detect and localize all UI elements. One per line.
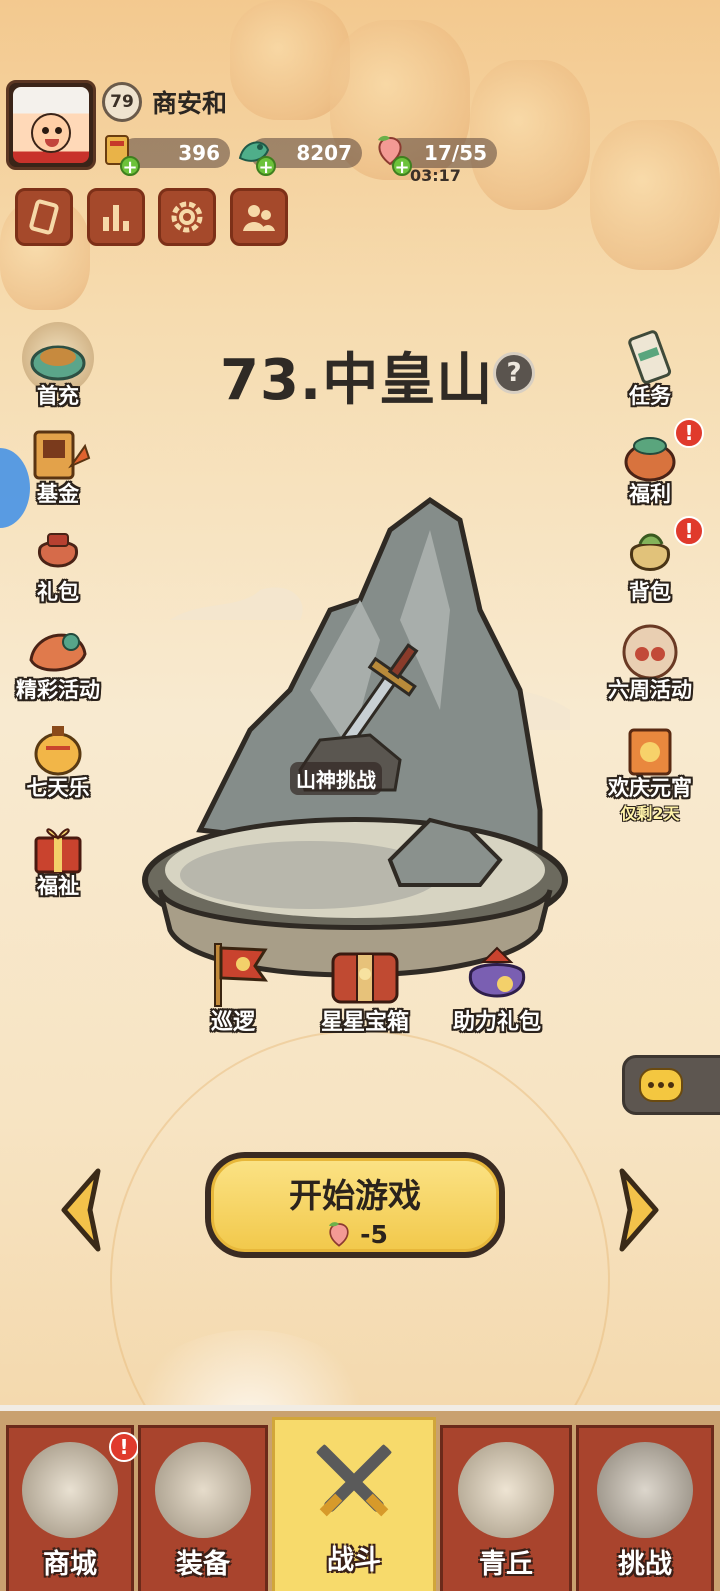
menu-six-week-event[interactable]: 六周活动	[600, 616, 700, 704]
tab-label: 商城	[43, 1549, 97, 1580]
tab-equipment[interactable]: 装备	[138, 1425, 268, 1591]
previous-stage-arrow-icon[interactable]	[54, 1165, 110, 1255]
menu-label: 欢庆元宵	[608, 776, 692, 800]
event-remaining-text: 仅剩2天	[620, 804, 680, 823]
stage-title: 73.中皇山	[220, 348, 494, 413]
menu-label: 基金	[37, 482, 79, 506]
equipment-helmet-icon	[155, 1442, 251, 1538]
support-pack-button[interactable]: 助力礼包	[432, 940, 562, 1036]
ranking-button[interactable]	[87, 188, 145, 246]
tab-shop[interactable]: 商城 !	[6, 1425, 139, 1591]
friends-icon	[243, 205, 275, 231]
menu-label: 六周活动	[608, 678, 692, 702]
battle-swords-icon	[316, 1444, 392, 1517]
tab-battle[interactable]: 战斗	[272, 1417, 436, 1591]
menu-first-recharge[interactable]: 首充	[8, 322, 108, 410]
player-level-badge: 79	[102, 82, 142, 122]
tab-qingqiu[interactable]: 青丘	[440, 1425, 572, 1591]
friends-button[interactable]	[230, 188, 288, 246]
menu-label: 首充	[37, 384, 79, 408]
next-stage-arrow-icon[interactable]	[610, 1165, 666, 1255]
menu-seven-day[interactable]: 七天乐	[8, 714, 108, 802]
tab-label: 挑战	[618, 1549, 672, 1580]
menu-events[interactable]: 精彩活动	[8, 616, 108, 704]
start-cost-value: -5	[360, 1219, 388, 1249]
menu-label: 福利	[629, 482, 671, 506]
shop-icon	[22, 1442, 118, 1538]
menu-label: 七天乐	[26, 776, 90, 800]
add-gold-button[interactable]: +	[120, 156, 140, 177]
menu-label: 福祉	[37, 874, 79, 898]
star-chest-button[interactable]: 星星宝箱	[300, 940, 430, 1036]
patrol-button[interactable]: 巡逻	[168, 940, 298, 1036]
tab-challenge[interactable]: 挑战	[576, 1425, 714, 1591]
ranking-icon	[103, 205, 129, 231]
tab-label: 装备	[176, 1549, 230, 1580]
menu-label: 任务	[629, 384, 671, 408]
start-game-button[interactable]: 开始游戏 -5	[205, 1152, 505, 1258]
patrol-flag-icon	[214, 943, 269, 1007]
backpack-alert-badge: !	[674, 516, 704, 546]
shop-alert-badge: !	[109, 1432, 139, 1462]
menu-fund[interactable]: 基金	[8, 420, 108, 508]
start-game-label: 开始游戏	[289, 1176, 421, 1215]
mountain-god-challenge-label[interactable]: 山神挑战	[290, 762, 382, 795]
settings-gear-icon	[171, 201, 203, 233]
support-pack-label: 助力礼包	[452, 1010, 541, 1035]
player-name: 商安和	[152, 89, 228, 118]
menu-label: 精彩活动	[16, 678, 100, 702]
menu-lantern-festival[interactable]: 欢庆元宵 仅剩2天	[600, 714, 700, 824]
chat-icon	[639, 1068, 683, 1102]
welfare-alert-badge: !	[674, 418, 704, 448]
menu-tasks[interactable]: 任务	[600, 322, 700, 410]
challenge-orb-icon	[597, 1442, 693, 1538]
menu-blessing[interactable]: 福祉	[8, 812, 108, 900]
help-icon[interactable]: ?	[493, 352, 535, 394]
menu-backpack[interactable]: 背包 !	[600, 516, 704, 606]
qingqiu-mountain-icon	[458, 1442, 554, 1538]
start-game-cost: -5	[214, 1219, 496, 1249]
jade-value: 8207	[296, 141, 352, 165]
gold-value: 396	[178, 141, 220, 165]
card-icon	[29, 199, 59, 235]
star-chest-icon	[331, 952, 399, 1004]
peach-cost-icon	[329, 1222, 349, 1247]
stamina-timer: 03:17	[410, 166, 461, 185]
stage-mountain-illustration[interactable]	[140, 490, 580, 1010]
menu-welfare[interactable]: 福利 !	[600, 418, 704, 508]
menu-label: 背包	[629, 580, 671, 604]
add-jade-button[interactable]: +	[256, 156, 276, 177]
star-chest-label: 星星宝箱	[320, 1010, 409, 1035]
stamina-value: 17/55	[424, 141, 487, 165]
card-button[interactable]	[15, 188, 73, 246]
tab-label: 战斗	[327, 1545, 381, 1576]
player-avatar[interactable]	[6, 80, 96, 170]
chat-button[interactable]	[622, 1055, 720, 1115]
settings-button[interactable]	[158, 188, 216, 246]
patrol-label: 巡逻	[210, 1010, 255, 1035]
bottom-navigation: 商城 ! 装备 战斗 青丘 挑战	[0, 1405, 720, 1591]
add-stamina-button[interactable]: +	[392, 156, 412, 177]
menu-label: 礼包	[37, 580, 79, 604]
tab-label: 青丘	[479, 1549, 533, 1580]
menu-gift-bag[interactable]: 礼包	[8, 518, 108, 606]
support-pack-icon	[468, 946, 526, 998]
